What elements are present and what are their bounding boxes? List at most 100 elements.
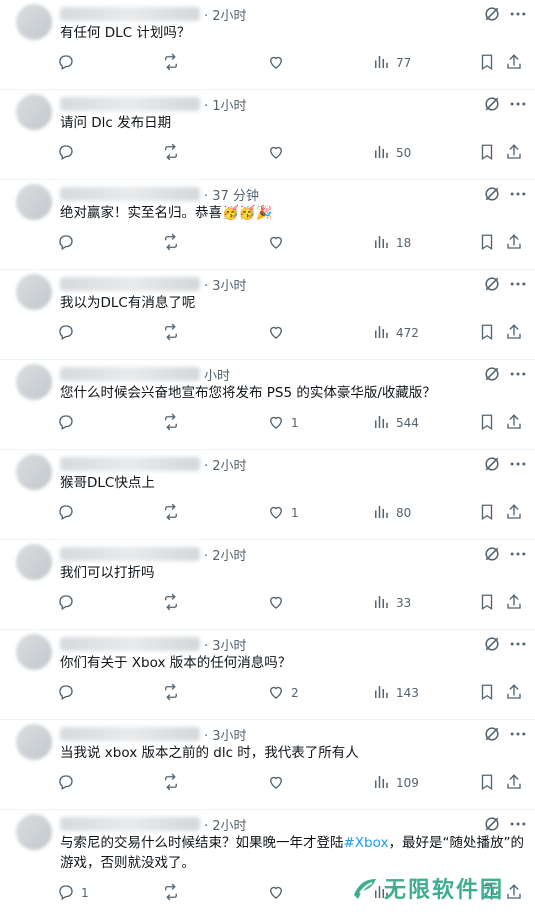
username-blurred[interactable] (60, 187, 200, 201)
share-button[interactable] (505, 52, 523, 74)
more-icon[interactable] (508, 94, 528, 114)
like-button[interactable] (267, 52, 291, 74)
reply-item[interactable]: · 2小时 猴哥DLC快点上 1 80 (0, 450, 535, 540)
reply-item[interactable]: · 2小时 我们可以打折吗 33 (0, 540, 535, 630)
bookmark-button[interactable] (478, 772, 496, 794)
like-button[interactable]: 1 (267, 412, 299, 434)
more-icon[interactable] (508, 814, 528, 834)
grok-icon[interactable] (482, 544, 502, 564)
avatar[interactable] (16, 724, 52, 760)
views-button[interactable]: 77 (372, 52, 411, 74)
avatar[interactable] (16, 94, 52, 130)
reply-button[interactable] (57, 322, 81, 344)
retweet-button[interactable] (162, 232, 186, 254)
views-button[interactable]: 544 (372, 412, 419, 434)
like-button[interactable] (267, 882, 291, 904)
reply-button[interactable] (57, 142, 81, 164)
grok-icon[interactable] (482, 634, 502, 654)
grok-icon[interactable] (482, 184, 502, 204)
views-button[interactable]: 143 (372, 682, 419, 704)
timestamp[interactable]: · 2小时 (204, 815, 247, 834)
retweet-button[interactable] (162, 322, 186, 344)
hashtag-link[interactable]: #Xbox (344, 835, 389, 851)
share-button[interactable] (505, 882, 523, 904)
username-blurred[interactable] (60, 457, 200, 471)
timestamp[interactable]: · 2小时 (204, 5, 247, 24)
share-button[interactable] (505, 772, 523, 794)
grok-icon[interactable] (482, 4, 502, 24)
share-button[interactable] (505, 412, 523, 434)
bookmark-button[interactable] (478, 412, 496, 434)
timestamp[interactable]: 小时 (204, 365, 230, 384)
like-button[interactable] (267, 772, 291, 794)
reply-item[interactable]: · 37 分钟 绝对赢家！实至名归。恭喜🥳🥳🎉 18 (0, 180, 535, 270)
grok-icon[interactable] (482, 364, 502, 384)
grok-icon[interactable] (482, 724, 502, 744)
more-icon[interactable] (508, 634, 528, 654)
avatar[interactable] (16, 364, 52, 400)
bookmark-button[interactable] (478, 682, 496, 704)
share-button[interactable] (505, 682, 523, 704)
username-blurred[interactable] (60, 367, 200, 381)
retweet-button[interactable] (162, 412, 186, 434)
reply-item[interactable]: 小时 您什么时候会兴奋地宣布您将发布 PS5 的实体豪华版/收藏版？ 1 544 (0, 360, 535, 450)
bookmark-button[interactable] (478, 322, 496, 344)
avatar[interactable] (16, 274, 52, 310)
username-blurred[interactable] (60, 727, 200, 741)
views-button[interactable]: 472 (372, 322, 419, 344)
avatar[interactable] (16, 544, 52, 580)
share-button[interactable] (505, 322, 523, 344)
bookmark-button[interactable] (478, 592, 496, 614)
reply-button[interactable] (57, 772, 81, 794)
reply-item[interactable]: · 2小时 有任何 DLC 计划吗？ 77 (0, 0, 535, 90)
timestamp[interactable]: · 37 分钟 (204, 185, 259, 204)
like-button[interactable] (267, 232, 291, 254)
avatar[interactable] (16, 4, 52, 40)
username-blurred[interactable] (60, 7, 200, 21)
retweet-button[interactable] (162, 142, 186, 164)
more-icon[interactable] (508, 274, 528, 294)
more-icon[interactable] (508, 724, 528, 744)
grok-icon[interactable] (482, 814, 502, 834)
views-button[interactable]: 109 (372, 772, 419, 794)
grok-icon[interactable] (482, 454, 502, 474)
retweet-button[interactable] (162, 882, 186, 904)
more-icon[interactable] (508, 454, 528, 474)
avatar[interactable] (16, 184, 52, 220)
views-button[interactable]: 50 (372, 142, 411, 164)
like-button[interactable]: 2 (267, 682, 299, 704)
avatar[interactable] (16, 814, 52, 850)
like-button[interactable] (267, 322, 291, 344)
avatar[interactable] (16, 454, 52, 490)
reply-item[interactable]: · 1小时 请问 Dlc 发布日期 50 (0, 90, 535, 180)
reply-button[interactable] (57, 592, 81, 614)
grok-icon[interactable] (482, 274, 502, 294)
timestamp[interactable]: · 2小时 (204, 455, 247, 474)
reply-item[interactable]: · 3小时 你们有关于 Xbox 版本的任何消息吗？ 2 143 (0, 630, 535, 720)
more-icon[interactable] (508, 544, 528, 564)
grok-icon[interactable] (482, 94, 502, 114)
reply-button[interactable] (57, 682, 81, 704)
like-button[interactable] (267, 142, 291, 164)
more-icon[interactable] (508, 364, 528, 384)
reply-button[interactable]: 1 (57, 882, 89, 904)
share-button[interactable] (505, 142, 523, 164)
retweet-button[interactable] (162, 772, 186, 794)
timestamp[interactable]: · 2小时 (204, 545, 247, 564)
reply-item[interactable]: · 3小时 我以为DLC有消息了呢 472 (0, 270, 535, 360)
more-icon[interactable] (508, 4, 528, 24)
reply-button[interactable] (57, 232, 81, 254)
reply-button[interactable] (57, 502, 81, 524)
username-blurred[interactable] (60, 637, 200, 651)
bookmark-button[interactable] (478, 52, 496, 74)
timestamp[interactable]: · 1小时 (204, 95, 247, 114)
timestamp[interactable]: · 3小时 (204, 275, 247, 294)
timestamp[interactable]: · 3小时 (204, 635, 247, 654)
share-button[interactable] (505, 592, 523, 614)
retweet-button[interactable] (162, 592, 186, 614)
bookmark-button[interactable] (478, 232, 496, 254)
bookmark-button[interactable] (478, 502, 496, 524)
reply-button[interactable] (57, 52, 81, 74)
username-blurred[interactable] (60, 97, 200, 111)
username-blurred[interactable] (60, 277, 200, 291)
